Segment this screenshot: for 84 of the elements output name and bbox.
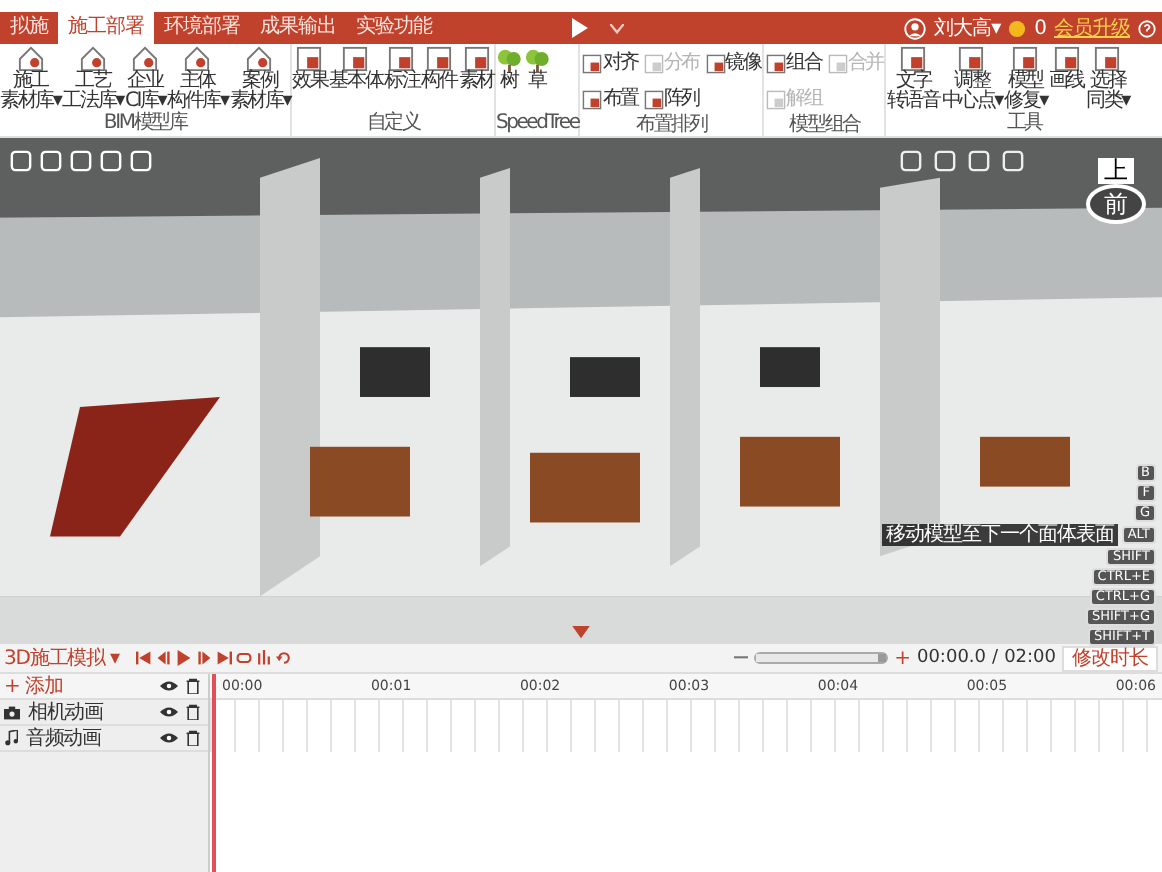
square-icon	[827, 53, 848, 73]
square-icon	[582, 53, 603, 73]
ribbon-button[interactable]: 阵列	[641, 82, 702, 116]
ribbon-group-label: 布置排列	[634, 116, 710, 138]
ribbon-button[interactable]: 调整 中心点▾	[941, 44, 1003, 114]
eye-icon[interactable]	[160, 680, 178, 692]
edit-duration-button[interactable]: 修改时长	[1062, 645, 1158, 671]
project-dropdown[interactable]: 3D施工模拟 ▾	[4, 644, 119, 672]
ribbon-tab[interactable]: 成果输出	[250, 12, 346, 44]
skip-start-icon[interactable]	[136, 650, 153, 666]
house-icon	[132, 46, 159, 72]
ribbon-tab[interactable]: 拟施	[0, 12, 58, 44]
coin-icon	[1008, 19, 1027, 37]
square-icon	[705, 53, 726, 73]
undo-icon[interactable]	[276, 650, 293, 666]
ribbon-group-label: BIM模型库	[101, 114, 190, 136]
ribbon-button[interactable]: 案例 素材库▾	[229, 44, 291, 114]
caret-icon[interactable]	[610, 23, 624, 33]
upgrade-link[interactable]: 会员升级	[1054, 14, 1130, 42]
square-icon	[582, 89, 603, 109]
view-tool-icon[interactable]	[934, 150, 956, 172]
trash-icon[interactable]	[186, 704, 200, 720]
split-icon[interactable]	[256, 650, 273, 666]
view-tool-icon[interactable]	[900, 150, 922, 172]
square-icon	[643, 89, 664, 109]
ribbon-group-label: 模型组合	[787, 116, 863, 138]
tooltip: 移动模型至下一个面体表面	[881, 524, 1118, 546]
trash-icon[interactable]	[186, 730, 200, 746]
ribbon-button[interactable]: 工艺 工法库▾	[62, 44, 123, 114]
ribbon-group-label: SpeedTree	[495, 114, 579, 136]
ribbon-button[interactable]: 施工 素材库▾	[0, 44, 61, 114]
house-icon	[79, 46, 106, 72]
loop-icon[interactable]	[236, 650, 253, 666]
help-icon[interactable]	[1138, 19, 1156, 37]
total-duration: 02:00	[1004, 648, 1056, 668]
ribbon-tab[interactable]: 环境部署	[154, 12, 250, 44]
play-icon[interactable]	[176, 650, 193, 666]
view-tool-icon[interactable]	[1002, 150, 1024, 172]
collapse-icon[interactable]	[572, 626, 590, 640]
square-icon	[766, 53, 787, 73]
ribbon-button[interactable]: 画线	[1048, 44, 1085, 114]
eye-icon[interactable]	[160, 732, 178, 744]
ribbon-group-label: 工具	[1004, 114, 1045, 136]
track-name[interactable]: 相机动画	[28, 701, 103, 723]
ribbon-button[interactable]: 构件	[421, 44, 457, 114]
ribbon-group-label: 自定义	[364, 114, 423, 136]
current-time: 00:00.0	[916, 648, 987, 668]
tree-icon	[523, 46, 550, 72]
ribbon-button[interactable]: 文字 转语音	[886, 44, 940, 114]
tree-icon	[495, 46, 522, 72]
track-name[interactable]: 音频动画	[26, 727, 101, 749]
skip-end-icon[interactable]	[216, 650, 233, 666]
ribbon-button[interactable]: 镜像	[703, 46, 763, 80]
play-icon[interactable]	[570, 18, 590, 38]
ribbon-button[interactable]: 主体 构件库▾	[167, 44, 228, 114]
time-separator: /	[992, 648, 999, 668]
ribbon-button[interactable]: 布置	[580, 82, 640, 116]
view-tool-icon[interactable]	[968, 150, 990, 172]
step-back-icon[interactable]	[156, 650, 173, 666]
ribbon-button[interactable]: 对齐	[580, 46, 640, 80]
trash-icon[interactable]	[186, 678, 200, 694]
ribbon-button[interactable]: 草	[523, 44, 550, 114]
ribbon-button[interactable]: 模型 修复▾	[1004, 44, 1047, 114]
ribbon-button[interactable]: 组合	[764, 46, 824, 80]
ribbon-button[interactable]: 企业 CI库▾	[124, 44, 166, 114]
user-avatar-icon[interactable]	[904, 17, 927, 39]
ribbon-button[interactable]: 效果	[292, 44, 328, 114]
step-forward-icon[interactable]	[196, 650, 213, 666]
square-icon	[766, 89, 787, 109]
ribbon-tab[interactable]: 施工部署	[58, 12, 154, 44]
music-note-icon	[4, 730, 18, 746]
zoom-in-button[interactable]: +	[894, 647, 911, 669]
zoom-slider[interactable]	[754, 652, 889, 664]
square-icon	[643, 53, 664, 73]
ribbon-button[interactable]: 基本体	[329, 44, 383, 114]
user-name[interactable]: 刘大高▾	[934, 14, 1001, 42]
ribbon-button[interactable]: 树	[495, 44, 522, 114]
ribbon-button[interactable]: 素材	[458, 44, 494, 114]
coin-count: 0	[1034, 17, 1046, 39]
ribbon-button[interactable]: 标注	[384, 44, 420, 114]
ribbon-button[interactable]: 选择 同类▾	[1086, 44, 1129, 114]
nav-cube-face[interactable]: 上	[1098, 158, 1134, 184]
ribbon-tab[interactable]: 实验功能	[346, 12, 442, 44]
eye-icon[interactable]	[160, 706, 178, 718]
